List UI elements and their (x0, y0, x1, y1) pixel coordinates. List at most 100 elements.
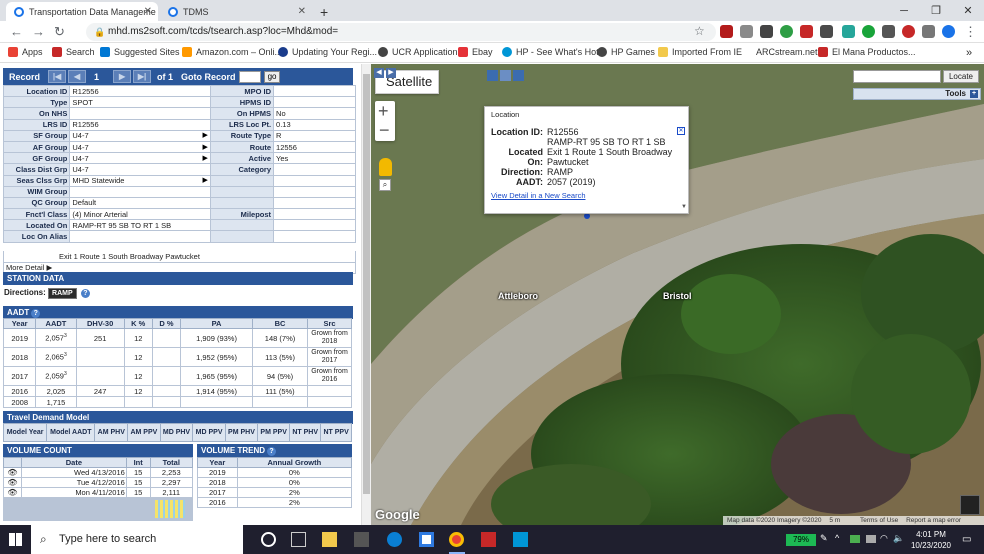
popup-scroll-down-icon[interactable]: ▼ (681, 204, 687, 210)
bookmark-ebay[interactable]: Ebay (458, 47, 493, 57)
zoom-in-icon[interactable]: + (378, 101, 389, 121)
popup-tab[interactable]: Location (485, 107, 535, 122)
store-icon[interactable] (354, 532, 369, 547)
map-type-button[interactable]: Satellite ▾ (375, 70, 439, 110)
bookmark-updating[interactable]: Updating Your Regi... (278, 47, 377, 57)
expand-arrow-icon[interactable]: ▶ (202, 143, 207, 151)
view-count-eye-icon[interactable]: 👁 (3, 487, 22, 498)
bookmark-apps[interactable]: Apps (8, 47, 43, 57)
new-tab-button[interactable]: + (316, 2, 336, 21)
extension-circle-icon[interactable] (862, 25, 875, 38)
bookmark-search[interactable]: Search (52, 47, 95, 57)
extension-teal-icon[interactable] (842, 25, 855, 38)
tab-close-icon[interactable]: ✕ (298, 6, 306, 17)
zoom-out-icon[interactable]: − (379, 120, 390, 140)
collapse-left-icon[interactable]: ◀ (374, 68, 384, 78)
expand-arrow-icon[interactable]: ▶ (202, 131, 207, 139)
panel-scrollbar[interactable] (361, 64, 371, 525)
back-icon[interactable]: ← (10, 24, 23, 39)
reload-icon[interactable]: ↻ (54, 24, 65, 40)
go-button[interactable]: go (263, 70, 281, 83)
report-error-link[interactable]: Report a map error (906, 517, 961, 524)
close-window-icon[interactable]: ✕ (952, 0, 984, 21)
account-avatar-icon[interactable] (942, 25, 955, 38)
cortana-icon[interactable] (261, 532, 276, 547)
tab-tdms-active[interactable]: Transportation Data Manageme ✕ (6, 2, 158, 21)
terms-link[interactable]: Terms of Use (860, 517, 898, 524)
tools-menu[interactable]: Tools + (853, 88, 981, 100)
first-record-icon[interactable]: |◀ (48, 70, 67, 83)
extension-shield-icon[interactable] (800, 25, 813, 38)
view-count-eye-icon[interactable]: 👁 (3, 467, 22, 478)
popup-close-icon[interactable]: ✕ (677, 127, 685, 135)
expand-arrow-icon[interactable]: ▶ (202, 176, 207, 184)
expand-right-icon[interactable]: ▶ (386, 68, 396, 78)
bookmark-amazon[interactable]: Amazon.com – Onli... (182, 47, 282, 57)
goto-record-input[interactable] (238, 70, 261, 83)
locate-button[interactable]: Locate (943, 70, 979, 83)
map-tool-select-icon[interactable] (513, 70, 524, 81)
tray-app-icon[interactable] (850, 535, 860, 543)
extension-dark-icon[interactable] (760, 25, 773, 38)
expand-arrow-icon[interactable]: ▶ (202, 154, 207, 162)
street-view-pegman-icon[interactable] (379, 158, 392, 176)
help-icon[interactable]: ? (267, 447, 276, 456)
bookmark-arcstream[interactable]: ARCstream.net (742, 47, 818, 57)
chrome-icon[interactable] (449, 532, 464, 547)
scrollbar-thumb[interactable] (363, 74, 370, 494)
calendar-grid-icon[interactable] (155, 500, 185, 518)
bookmark-el-mana[interactable]: El Mana Productos... (818, 47, 916, 57)
bookmark-hp[interactable]: HP - See What's Hot (502, 47, 599, 57)
map-search-icon[interactable]: ⌕ (379, 179, 391, 191)
extension-tool-icon[interactable] (820, 25, 833, 38)
view-detail-link[interactable]: View Detail in a New Search (491, 191, 586, 201)
edge-icon[interactable] (387, 532, 402, 547)
next-record-icon[interactable]: ▶ (113, 70, 132, 83)
bookmark-hp-games[interactable]: HP Games (597, 47, 655, 57)
locate-input[interactable] (853, 70, 941, 83)
antivirus-icon[interactable] (481, 532, 496, 547)
tab-tdms[interactable]: TDMS ✕ (160, 2, 312, 21)
notifications-icon[interactable]: ▭ (962, 534, 971, 545)
address-bar[interactable]: 🔒 mhd.ms2soft.com/tcds/tsearch.asp?loc=M… (86, 23, 716, 41)
forward-icon[interactable]: → (32, 24, 45, 39)
restore-icon[interactable]: ❐ (920, 0, 952, 21)
clock[interactable]: 4:01 PM 10/23/2020 (906, 529, 956, 551)
show-hidden-icons-chevron[interactable]: ^ (835, 533, 839, 543)
bookmark-imported-ie[interactable]: Imported From IE (658, 47, 742, 57)
wifi-icon[interactable]: ◠ (880, 533, 888, 544)
bookmark-star-icon[interactable]: ☆ (694, 24, 705, 38)
extension-key-icon[interactable] (882, 25, 895, 38)
taskbar-search-box[interactable]: ⌕ Type here to search (31, 525, 243, 554)
bookmark-ucr[interactable]: UCR Application (378, 47, 458, 57)
extensions-puzzle-icon[interactable] (922, 25, 935, 38)
bookmark-suggested-sites[interactable]: Suggested Sites (100, 47, 180, 57)
file-explorer-icon[interactable] (322, 532, 337, 547)
mail-icon[interactable] (419, 532, 434, 547)
task-view-icon[interactable] (291, 532, 306, 547)
help-icon[interactable]: ? (80, 289, 90, 298)
prev-record-icon[interactable]: ◀ (68, 70, 87, 83)
extension-gray-icon[interactable] (740, 25, 753, 38)
extension-pdf-icon[interactable] (720, 25, 733, 38)
map-grid-icon[interactable] (960, 495, 980, 515)
minimize-icon[interactable]: ─ (888, 0, 920, 21)
tray-battery-icon[interactable] (866, 535, 876, 543)
last-record-icon[interactable]: ▶| (133, 70, 152, 83)
profile-avatar-icon[interactable] (902, 25, 915, 38)
windows-start-icon[interactable] (9, 533, 22, 546)
direction-badge[interactable]: RAMP (48, 288, 77, 299)
battery-indicator[interactable]: 79% (786, 534, 816, 546)
help-icon[interactable]: ? (31, 309, 41, 318)
bookmarks-more[interactable]: » (966, 47, 972, 59)
view-count-eye-icon[interactable]: 👁 (3, 477, 22, 488)
map-tool-measure-icon[interactable] (500, 70, 511, 81)
tab-close-icon[interactable]: ✕ (144, 6, 152, 17)
pen-icon[interactable]: ✎ (820, 533, 828, 544)
photo-app-icon[interactable] (513, 532, 528, 547)
extension-green-icon[interactable] (780, 25, 793, 38)
menu-kebab-icon[interactable]: ⋮ (964, 24, 977, 40)
tools-expand-icon[interactable]: + (970, 90, 978, 98)
volume-icon[interactable]: 🔈 (893, 533, 904, 544)
map-tool-zoom-icon[interactable] (487, 70, 498, 81)
